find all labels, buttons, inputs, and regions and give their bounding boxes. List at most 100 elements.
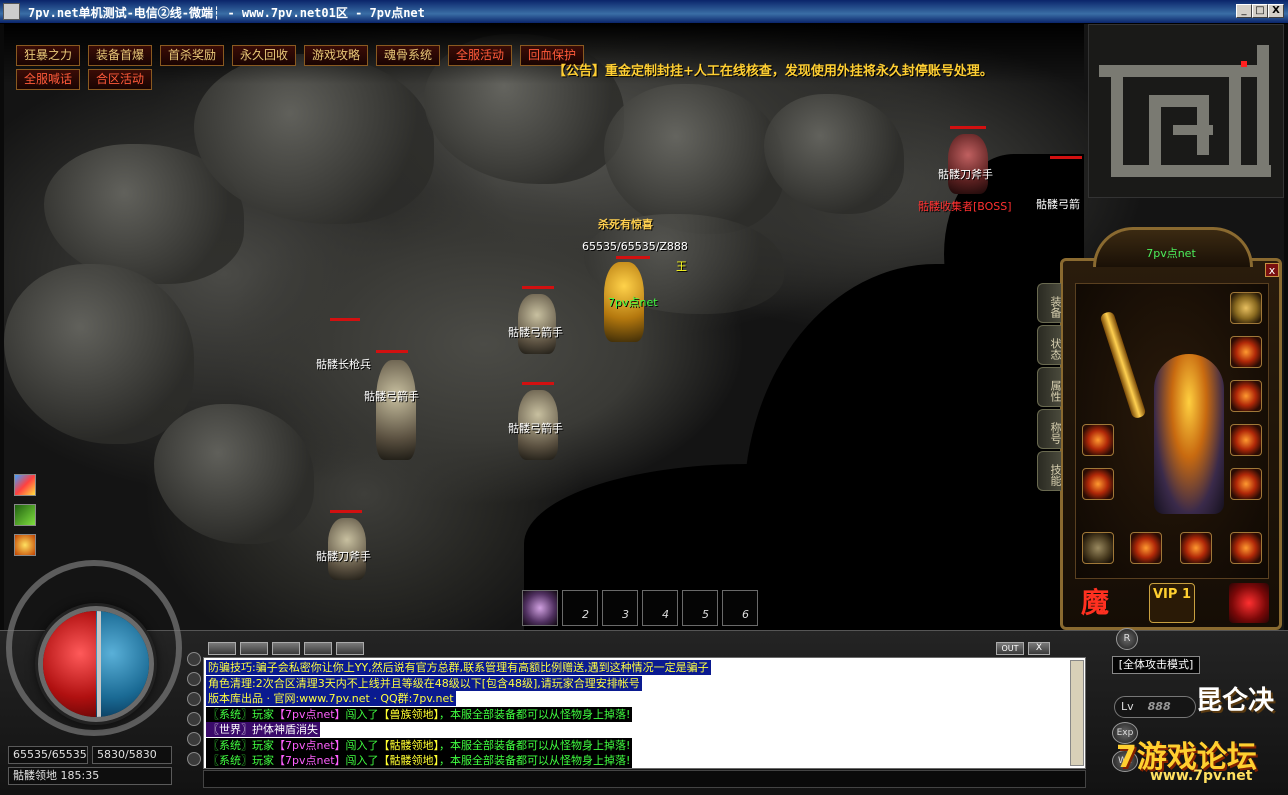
tab-status[interactable]: 状态 (1037, 325, 1062, 365)
menu-first-kill[interactable]: 首杀奖励 (160, 45, 224, 66)
player-name: 7pv点net (608, 296, 658, 309)
r-button[interactable]: R (1116, 628, 1138, 650)
chat-line: 版本库出品 · 官网:www.7pv.net · QQ群:7pv.net (206, 691, 456, 706)
tab-skills[interactable]: 技能 (1037, 451, 1062, 491)
monster-name: 骷髅刀斧手 (938, 168, 993, 181)
monster-name: 骷髅弓箭 (1036, 198, 1080, 211)
chat-out-button[interactable]: OUT (996, 642, 1024, 655)
chat-log[interactable]: 防骗技巧:骗子会私密你让你上YY,然后说有官方总群,联系管理有高额比例赠送,遇到… (203, 657, 1086, 769)
demon-button[interactable]: 魔 (1075, 583, 1115, 623)
chat-tool-1[interactable] (208, 642, 236, 655)
chat-channel-3[interactable] (187, 692, 201, 706)
chat-line: 〖系统〗玩家【7pv点net】闯入了【骷髅领地】，本服全部装备都可以从怪物身上掉… (206, 737, 633, 753)
chat-tool-5[interactable] (336, 642, 364, 655)
maximize-button[interactable]: □ (1252, 4, 1268, 18)
weapon-sprite (1099, 310, 1147, 420)
menu-merge-event[interactable]: 合区活动 (88, 69, 152, 90)
bracelet-slot[interactable] (1230, 380, 1262, 412)
chat-close-button[interactable]: X (1028, 642, 1050, 655)
gem-slot[interactable] (1130, 532, 1162, 564)
boots-slot[interactable] (1230, 468, 1262, 500)
mp-orb-fill (96, 611, 149, 717)
panel-bottom-row: 魔 VIP 1 (1075, 583, 1269, 623)
announcement-ticker: 【公告】重金定制封挂+人工在线核查，发现使用外挂将永久封停账号处理。 (553, 64, 993, 79)
chat-channel-1[interactable] (187, 652, 201, 666)
minimap-player-marker (1241, 61, 1247, 67)
vip-badge[interactable]: VIP 1 (1149, 583, 1195, 623)
guild-mark: 王 (676, 260, 687, 273)
menu-server-shout[interactable]: 全服喊话 (16, 69, 80, 90)
menu-recycle[interactable]: 永久回收 (232, 45, 296, 66)
monster-name: 骷髅刀斧手 (316, 550, 371, 563)
player-stats: 65535/65535/Z888 (582, 240, 688, 253)
skill-bar: 2 3 4 5 6 (518, 590, 758, 628)
hp-orb-fill (43, 611, 96, 717)
skill-slot-5[interactable]: 5 (682, 590, 718, 626)
belt-slot[interactable] (1082, 532, 1114, 564)
monster-name: 骷髅弓箭手 (364, 390, 419, 403)
potion-icon[interactable] (1229, 583, 1269, 623)
gear-chest-icon[interactable] (1230, 292, 1262, 324)
hp-readout: 65535/65535 (8, 746, 88, 764)
location-readout: 骷髅领地 185:35 (8, 767, 172, 785)
chat-tool-4[interactable] (304, 642, 332, 655)
charm-slot[interactable] (1230, 532, 1262, 564)
chat-channel-4[interactable] (187, 712, 201, 726)
character-panel: 7pv点net x 装备 状态 属性 称号 技能 魔 VIP 1 (1037, 227, 1282, 630)
panel-site-name: 7pv点net (1146, 247, 1196, 260)
skill-slot-2[interactable]: 2 (562, 590, 598, 626)
game-window: 7pv.net单机测试-电信②线-微端┆ - www.7pv.net01区 - … (0, 0, 1288, 795)
grass-skill-icon[interactable] (14, 504, 36, 526)
chat-tool-3[interactable] (272, 642, 300, 655)
level-display: Lv 888 (1114, 696, 1196, 718)
chat-channel-6[interactable] (187, 752, 201, 766)
chat-channel-5[interactable] (187, 732, 201, 746)
mp-readout: 5830/5830 (92, 746, 172, 764)
attack-mode[interactable]: [全体攻击模式] (1112, 656, 1200, 674)
necklace-slot[interactable] (1230, 336, 1262, 368)
menu-berserk[interactable]: 狂暴之力 (16, 45, 80, 66)
medal-slot[interactable] (1180, 532, 1212, 564)
player-hp-bar (616, 256, 650, 259)
minimap[interactable] (1088, 24, 1284, 198)
chat-line: 〖系统〗玩家【7pv点net】闯入了【兽族领地】，本服全部装备都可以从怪物身上掉… (206, 706, 633, 722)
site-watermark: 7游戏论坛 www.7pv.net (1116, 732, 1284, 788)
bracelet-left-slot[interactable] (1082, 424, 1114, 456)
tab-titles[interactable]: 称号 (1037, 409, 1062, 449)
cube-icon[interactable] (14, 474, 36, 496)
monster-name: 骷髅长枪兵 (316, 358, 371, 371)
tab-equipment[interactable]: 装备 (1037, 283, 1062, 323)
chat-line: 〖系统〗玩家【7pv点net】闯入了【骷髅领地】，本服全部装备都可以从怪物身上掉… (206, 753, 633, 768)
window-title: 7pv.net单机测试-电信②线-微端┆ - www.7pv.net01区 - … (28, 6, 425, 20)
close-button[interactable]: X (1268, 4, 1284, 18)
chat-line: 角色清理:2次合区清理3天内不上线并且等级在48级以下[包含48级],请玩家合理… (206, 675, 642, 691)
ring-slot[interactable] (1230, 424, 1262, 456)
title-bar: 7pv.net单机测试-电信②线-微端┆ - www.7pv.net01区 - … (0, 0, 1288, 24)
boss-name: 骷髅收集者[BOSS] (918, 200, 1012, 213)
menu-soulbone[interactable]: 魂骨系统 (376, 45, 440, 66)
ring-left-slot[interactable] (1082, 468, 1114, 500)
chat-channel-2[interactable] (187, 672, 201, 686)
skill-slot-4[interactable]: 4 (642, 590, 678, 626)
menu-guide[interactable]: 游戏攻略 (304, 45, 368, 66)
chat-line: 防骗技巧:骗子会私密你让你上YY,然后说有官方总群,联系管理有高额比例赠送,遇到… (206, 660, 711, 675)
skill-slot-6[interactable]: 6 (722, 590, 758, 626)
chat-line: 〖世界〗护体神盾消失 (206, 722, 320, 737)
minimize-button[interactable]: _ (1236, 4, 1252, 18)
exp-icon[interactable] (14, 534, 36, 556)
panel-close-button[interactable]: x (1265, 263, 1279, 277)
hp-mp-orb (38, 606, 154, 722)
skill-slot-3[interactable]: 3 (602, 590, 638, 626)
menu-server-event[interactable]: 全服活动 (448, 45, 512, 66)
hero-portrait (1154, 354, 1224, 514)
skill-slot-1[interactable] (522, 590, 558, 626)
chat-toolbar: OUT X (204, 640, 1060, 658)
tab-attributes[interactable]: 属性 (1037, 367, 1062, 407)
chat-tool-2[interactable] (240, 642, 268, 655)
app-icon (3, 3, 20, 20)
menu-first-drop[interactable]: 装备首爆 (88, 45, 152, 66)
chat-input[interactable] (203, 770, 1086, 788)
monster-name: 骷髅弓箭手 (508, 422, 563, 435)
chat-scrollbar[interactable] (1070, 660, 1084, 766)
watermark-url: www.7pv.net (1150, 768, 1253, 784)
